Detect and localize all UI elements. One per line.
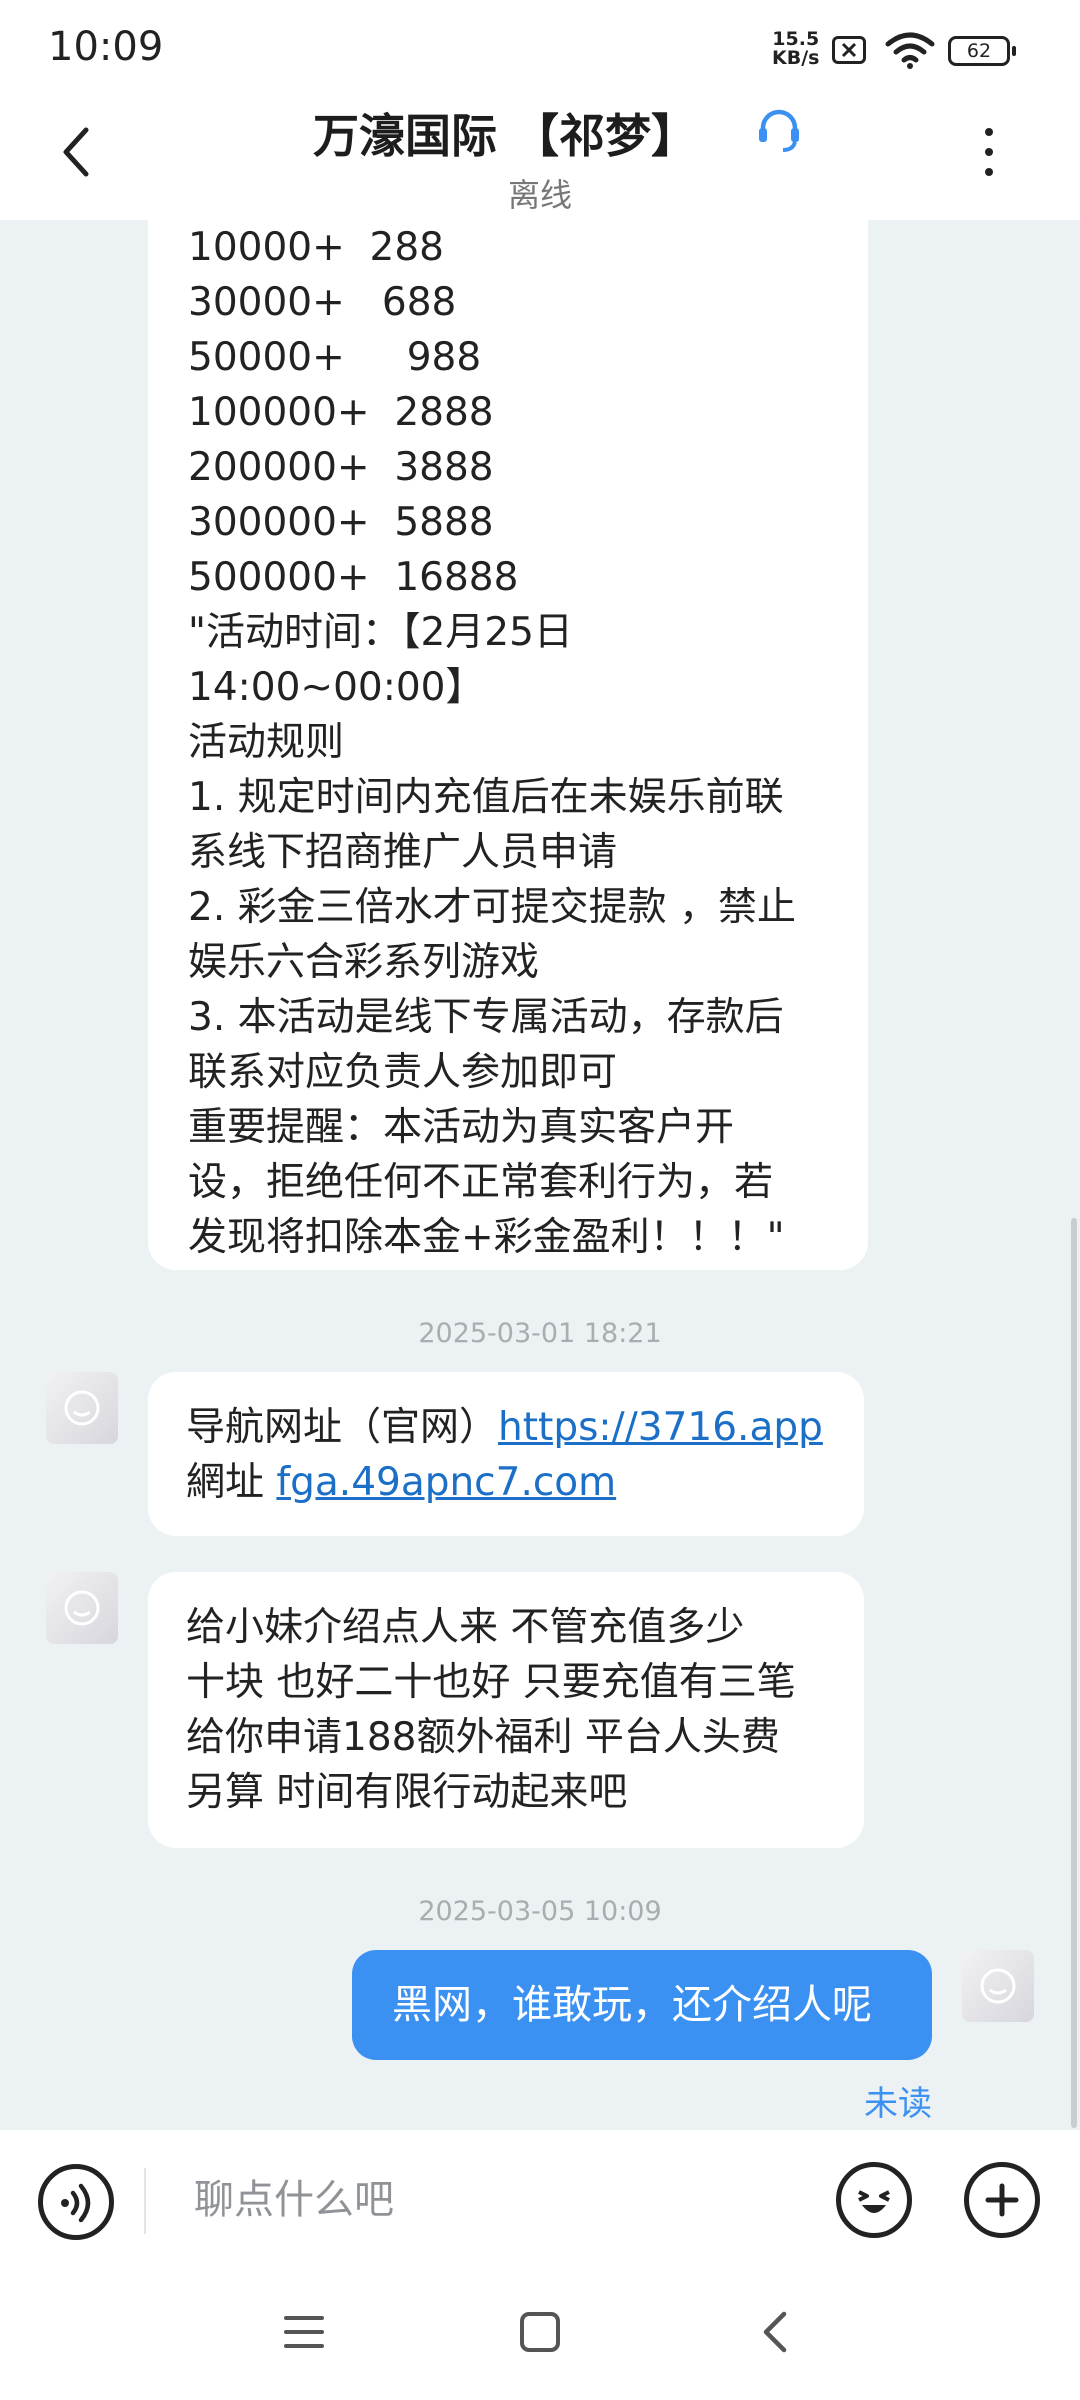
- plus-icon[interactable]: [964, 2162, 1040, 2238]
- link-label: 导航网址（官网）: [186, 1405, 499, 1450]
- message-line: 娱乐六合彩系列游戏: [188, 940, 540, 985]
- message-bubble-links: 导航网址（官网）https://3716.app 網址 fga.49apnc7.…: [148, 1372, 864, 1536]
- message-line: 3. 本活动是线下专属活动，存款后: [188, 995, 784, 1040]
- message-line: 给小妹介绍点人来 不管充值多少: [186, 1605, 745, 1650]
- message-bubble-promo: 10000+ 288 30000+ 688 50000+ 988 100000+…: [148, 220, 868, 1270]
- avatar[interactable]: [962, 1950, 1034, 2022]
- network-speed-unit: KB/s: [772, 47, 820, 69]
- site-link[interactable]: fga.49apnc7.com: [276, 1460, 616, 1505]
- chat-title-text: 万濠国际 【祁梦】: [312, 109, 697, 163]
- message-line: 重要提醒：本活动为真实客户开: [188, 1105, 735, 1150]
- online-status: 离线: [507, 176, 572, 214]
- network-speed: 15.5 KB/s: [772, 30, 819, 68]
- message-line: 给你申请188额外福利 平台人头费: [186, 1715, 780, 1760]
- message-line: 2. 彩金三倍水才可提交提款 ，禁止: [188, 885, 797, 930]
- chat-header: 万濠国际 【祁梦】 离线: [0, 92, 1080, 220]
- menu-icon[interactable]: [282, 2310, 326, 2354]
- back-triangle-icon[interactable]: [756, 2308, 792, 2356]
- status-time: 10:09: [48, 24, 164, 70]
- message-line: 1. 规定时间内充值后在未娱乐前联: [188, 775, 784, 820]
- battery-level: 62: [966, 40, 992, 62]
- link-label: 網址: [186, 1460, 277, 1505]
- message-line: 網址 fga.49apnc7.com: [186, 1455, 826, 1510]
- message-line: 联系对应负责人参加即可: [188, 1050, 618, 1095]
- message-bubble-sent: 黑网，谁敢玩，还介绍人呢: [352, 1950, 932, 2060]
- avatar[interactable]: [46, 1372, 118, 1444]
- chat-list[interactable]: 10000+ 288 30000+ 688 50000+ 988 100000+…: [0, 220, 1080, 2130]
- message-line: 500000+ 16888: [188, 555, 519, 600]
- divider: [144, 2168, 146, 2234]
- message-line: 200000+ 3888: [188, 445, 494, 490]
- message-timestamp: 2025-03-05 10:09: [418, 1896, 662, 1927]
- home-square-icon[interactable]: [518, 2310, 562, 2354]
- message-line: 发现将扣除本金+彩金盈利！！！": [188, 1215, 785, 1260]
- message-line: 300000+ 5888: [188, 500, 494, 545]
- message-line: 活动规则: [188, 720, 345, 765]
- status-bar: 10:09 15.5 KB/s 62: [0, 0, 1080, 92]
- message-input[interactable]: 聊点什么吧: [194, 2166, 794, 2234]
- message-bubble-referral: 给小妹介绍点人来 不管充值多少 十块 也好二十也好 只要充值有三笔 给你申请18…: [148, 1572, 864, 1848]
- read-status: 未读: [864, 2084, 932, 2124]
- no-sim-icon: [832, 36, 866, 64]
- message-line: "活动时间：【2月25日: [188, 610, 573, 655]
- more-vertical-icon[interactable]: [982, 128, 996, 188]
- chat-title: 万濠国际 【祁梦】: [0, 100, 1080, 166]
- official-site-link[interactable]: https://3716.app: [498, 1405, 823, 1450]
- message-line: 十块 也好二十也好 只要充值有三笔: [186, 1660, 796, 1705]
- message-line: 100000+ 2888: [188, 390, 494, 435]
- message-line: 设，拒绝任何不正常套利行为，若: [188, 1160, 774, 1205]
- message-line: 10000+ 288: [188, 225, 444, 270]
- message-line: 另算 时间有限行动起来吧: [186, 1770, 628, 1815]
- headset-icon[interactable]: [755, 106, 803, 154]
- message-line: 导航网址（官网）https://3716.app: [186, 1400, 826, 1455]
- system-nav-bar: [0, 2270, 1080, 2400]
- message-line: 系线下招商推广人员申请: [188, 830, 618, 875]
- input-bar: 聊点什么吧: [0, 2130, 1080, 2270]
- battery-icon: 62: [948, 36, 1016, 66]
- message-line: 30000+ 688: [188, 280, 457, 325]
- voice-icon[interactable]: [38, 2164, 114, 2240]
- avatar[interactable]: [46, 1572, 118, 1644]
- message-line: 14:00~00:00】: [188, 665, 485, 710]
- message-line: 50000+ 988: [188, 335, 482, 380]
- message-timestamp: 2025-03-01 18:21: [418, 1318, 662, 1349]
- emoji-icon[interactable]: [836, 2162, 912, 2238]
- scrollbar[interactable]: [1071, 1218, 1077, 2128]
- wifi-icon: [885, 32, 935, 69]
